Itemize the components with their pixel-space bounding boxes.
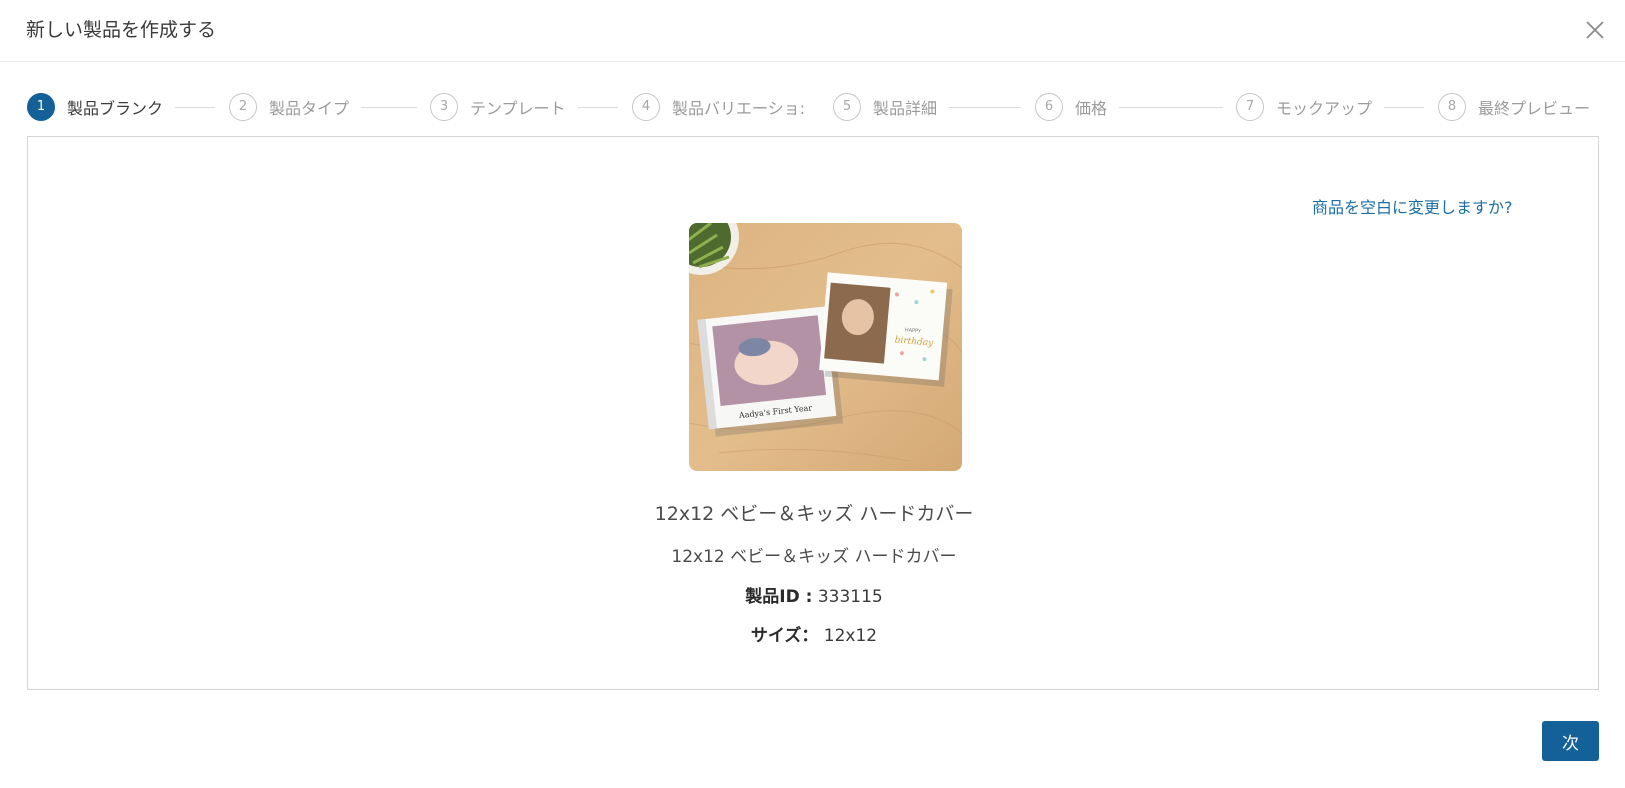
step-8[interactable]: 8 最終プレビュー	[1438, 92, 1602, 122]
step-number: 7	[1236, 93, 1264, 121]
step-connector	[949, 106, 1021, 108]
product-id: 製品ID : 333115	[28, 582, 1600, 607]
stepper: 1 製品ブランク 2 製品タイプ 3 テンプレート 4 製品バリエーショ: 5 …	[27, 92, 1602, 122]
step-number: 4	[632, 93, 660, 121]
step-connector	[1119, 106, 1223, 108]
step-label: 最終プレビュー	[1478, 99, 1591, 118]
step-connector	[1384, 106, 1424, 108]
product-blank-panel: 商品を空白に変更しますか? Aadya's First Year HAPPY b…	[27, 136, 1599, 690]
modal-title: 新しい製品を作成する	[26, 19, 217, 41]
step-label: 製品詳細	[873, 99, 938, 118]
step-1[interactable]: 1 製品ブランク	[27, 92, 227, 122]
product-id-value: 333115	[817, 587, 883, 607]
step-label: 価格	[1075, 99, 1108, 118]
step-connector	[175, 106, 215, 108]
step-connector	[361, 106, 417, 108]
step-number: 8	[1438, 93, 1466, 121]
step-3[interactable]: 3 テンプレート	[430, 92, 630, 122]
step-2[interactable]: 2 製品タイプ	[229, 92, 429, 122]
step-number: 6	[1035, 93, 1063, 121]
step-7[interactable]: 7 モックアップ	[1236, 92, 1436, 122]
create-product-modal: 新しい製品を作成する 1 製品ブランク 2 製品タイプ 3 テンプレート 4 製…	[0, 0, 1625, 788]
close-icon	[1586, 21, 1604, 39]
step-6[interactable]: 6 価格	[1035, 92, 1235, 122]
product-size-label: サイズ：	[750, 626, 819, 646]
step-5[interactable]: 5 製品詳細	[833, 92, 1033, 122]
product-description: 12x12 ベビー＆キッズ ハードカバー	[671, 547, 957, 567]
step-4[interactable]: 4 製品バリエーショ:	[632, 92, 832, 122]
step-number: 3	[430, 93, 458, 121]
step-label: テンプレート	[470, 99, 566, 118]
change-blank-link[interactable]: 商品を空白に変更しますか?	[1312, 194, 1513, 218]
step-label: 製品バリエーショ:	[672, 99, 806, 118]
product-id-label: 製品ID :	[745, 587, 813, 607]
step-connector	[577, 106, 618, 108]
step-number: 5	[833, 93, 861, 121]
modal-header: 新しい製品を作成する	[0, 0, 1625, 62]
step-number: 1	[27, 93, 55, 121]
step-label: 製品ブランク	[67, 99, 164, 118]
product-image: Aadya's First Year HAPPY birthday	[689, 223, 962, 471]
step-number: 2	[229, 93, 257, 121]
close-button[interactable]	[1580, 15, 1610, 45]
step-label: モックアップ	[1276, 99, 1373, 118]
product-name: 12x12 ベビー＆キッズ ハードカバー	[654, 503, 974, 525]
step-label: 製品タイプ	[269, 99, 350, 118]
next-button[interactable]: 次	[1542, 721, 1599, 761]
product-size-value: 12x12	[823, 626, 878, 646]
product-size: サイズ： 12x12	[28, 621, 1600, 646]
